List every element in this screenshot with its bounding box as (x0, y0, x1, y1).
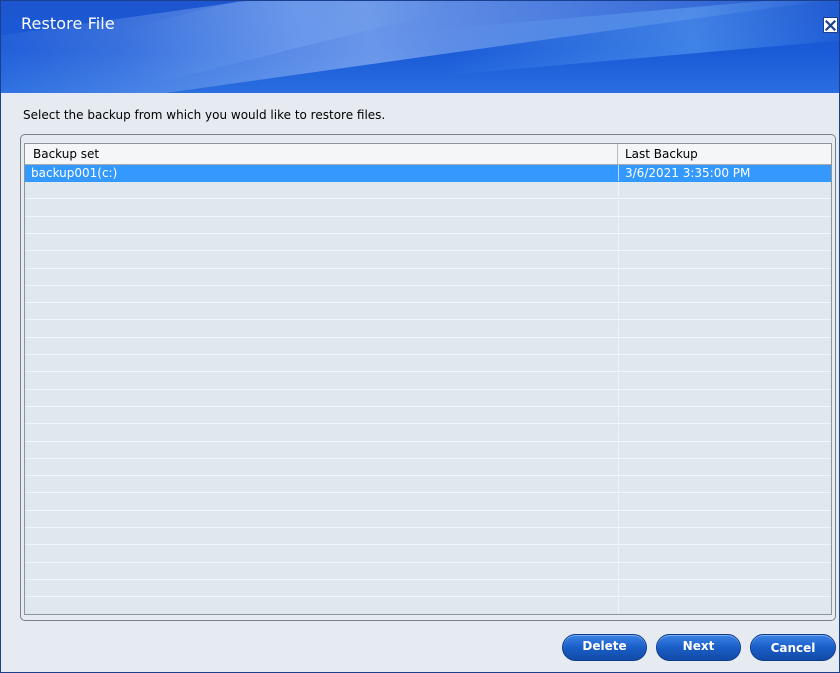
backup-set-cell: backup001(c:) (31, 166, 118, 180)
instruction-text: Select the backup from which you would l… (23, 108, 386, 122)
backup-list[interactable]: Backup set Last Backup backup001(c:) 3/6/… (24, 143, 832, 615)
restore-file-dialog: Restore File Select the backup from whic… (0, 0, 840, 673)
column-divider (618, 459, 619, 476)
column-divider (618, 182, 619, 199)
empty-row[interactable] (25, 562, 831, 580)
empty-row[interactable] (25, 528, 831, 546)
column-divider (618, 251, 619, 268)
next-button[interactable]: Next (656, 634, 741, 661)
column-divider (618, 389, 619, 406)
cancel-button[interactable]: Cancel (750, 634, 836, 661)
empty-row[interactable] (25, 251, 831, 269)
column-divider (618, 372, 619, 389)
column-divider (618, 165, 619, 181)
empty-row[interactable] (25, 234, 831, 252)
table-row[interactable]: backup001(c:) 3/6/2021 3:35:00 PM (25, 165, 831, 182)
dialog-title: Restore File (21, 14, 115, 33)
close-button[interactable] (823, 17, 838, 33)
delete-button[interactable]: Delete (562, 634, 647, 661)
column-divider (618, 268, 619, 285)
empty-row[interactable] (25, 372, 831, 390)
column-divider (618, 199, 619, 216)
empty-row[interactable] (25, 545, 831, 563)
empty-row[interactable] (25, 493, 831, 511)
column-divider (618, 320, 619, 337)
column-header-backup-set[interactable]: Backup set (25, 144, 618, 164)
empty-row[interactable] (25, 320, 831, 338)
column-header-last-backup[interactable]: Last Backup (618, 144, 831, 164)
column-divider (618, 338, 619, 354)
empty-row[interactable] (25, 580, 831, 598)
empty-row[interactable] (25, 216, 831, 234)
empty-row[interactable] (25, 338, 831, 355)
empty-row[interactable] (25, 182, 831, 200)
column-divider (618, 303, 619, 320)
backup-list-frame: Backup set Last Backup backup001(c:) 3/6/… (20, 134, 836, 621)
column-divider (618, 562, 619, 579)
column-divider (618, 441, 619, 458)
empty-row[interactable] (25, 389, 831, 407)
empty-row[interactable] (25, 459, 831, 477)
column-divider (618, 234, 619, 251)
column-divider (618, 528, 619, 545)
column-divider (618, 511, 619, 527)
column-divider (618, 355, 619, 372)
column-divider (618, 286, 619, 303)
last-backup-cell: 3/6/2021 3:35:00 PM (625, 166, 751, 180)
list-rows: backup001(c:) 3/6/2021 3:35:00 PM (25, 165, 831, 614)
empty-row[interactable] (25, 355, 831, 373)
column-divider (618, 407, 619, 424)
column-divider (618, 216, 619, 233)
empty-row[interactable] (25, 511, 831, 528)
column-divider (618, 424, 619, 441)
close-icon (825, 19, 836, 31)
column-divider (618, 493, 619, 510)
empty-row[interactable] (25, 303, 831, 321)
column-divider (618, 597, 619, 614)
column-divider (618, 545, 619, 562)
column-divider (618, 580, 619, 597)
empty-row[interactable] (25, 268, 831, 286)
empty-row[interactable] (25, 424, 831, 442)
empty-row[interactable] (25, 441, 831, 459)
column-divider (618, 476, 619, 493)
empty-row[interactable] (25, 199, 831, 217)
empty-row[interactable] (25, 286, 831, 304)
empty-row[interactable] (25, 597, 831, 614)
empty-row[interactable] (25, 407, 831, 425)
dialog-header: Restore File (1, 1, 839, 93)
list-header: Backup set Last Backup (25, 144, 831, 165)
empty-row[interactable] (25, 476, 831, 494)
